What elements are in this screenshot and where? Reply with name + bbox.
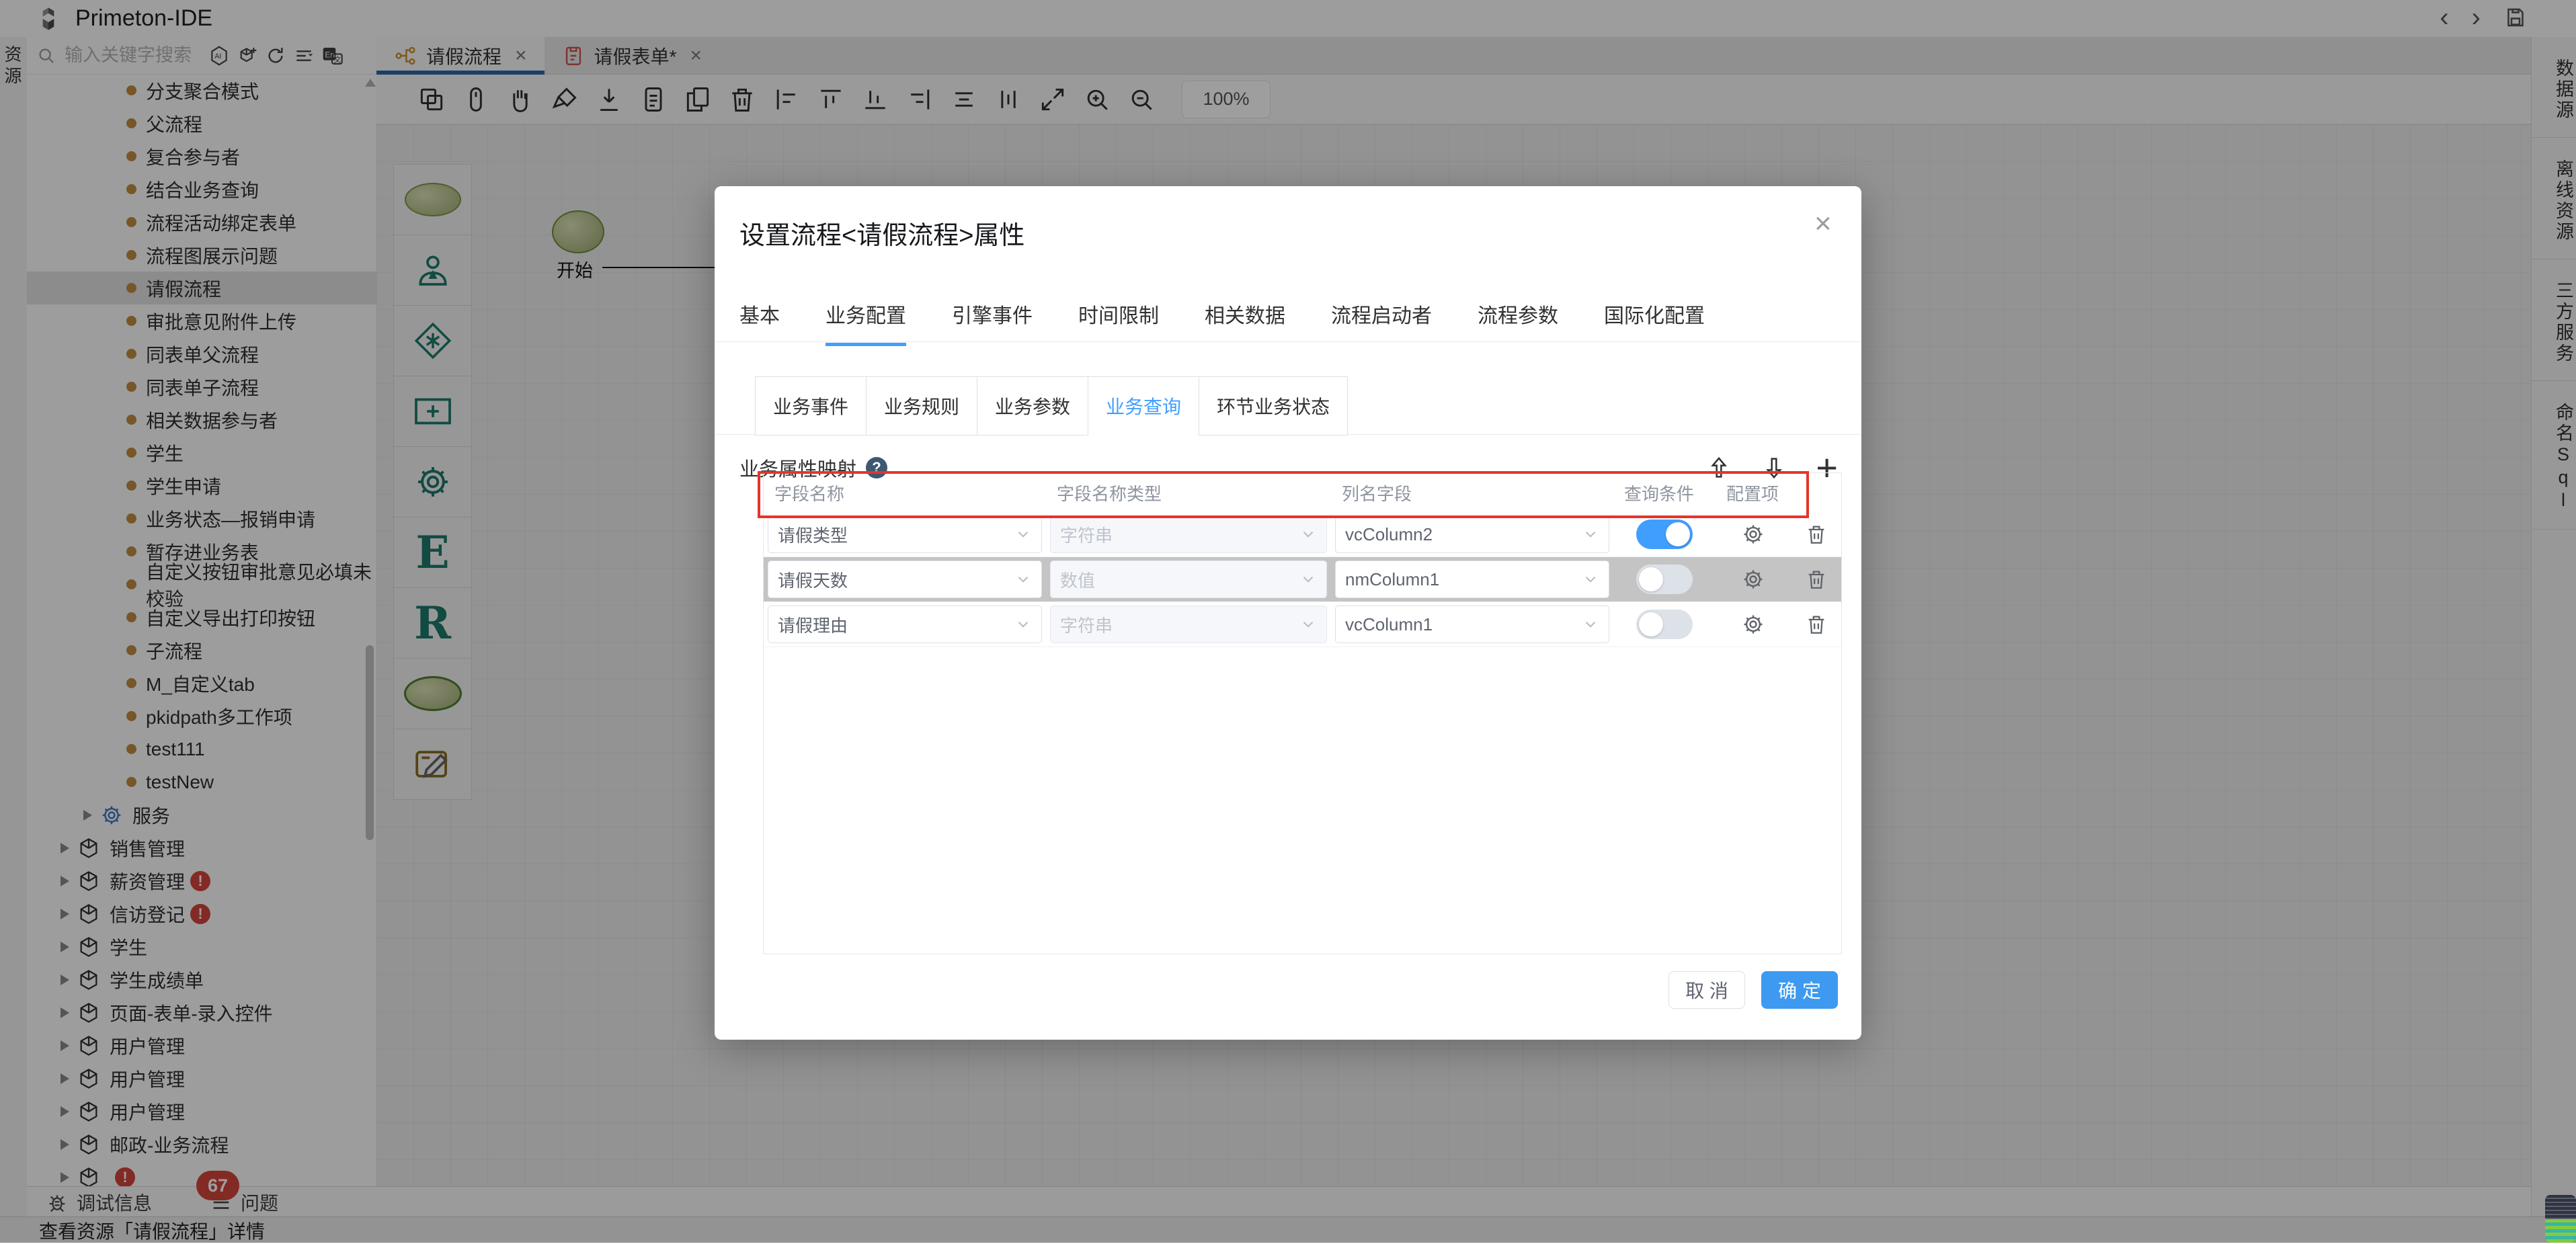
dialog-subtab[interactable]: 业务规则 — [866, 376, 977, 436]
chevron-down-icon — [1582, 526, 1599, 543]
dialog-tab-label: 相关数据 — [1205, 305, 1285, 327]
query-condition-toggle[interactable] — [1636, 610, 1693, 639]
field-type-select[interactable]: 字符串 — [1050, 606, 1327, 643]
delete-row-icon[interactable] — [1805, 568, 1828, 591]
chevron-down-icon — [1014, 526, 1032, 543]
dialog-tab[interactable]: 时间限制 — [1078, 299, 1159, 346]
config-gear-icon[interactable] — [1741, 522, 1765, 546]
config-gear-icon[interactable] — [1741, 612, 1765, 636]
column-field-value: nmColumn1 — [1345, 569, 1439, 590]
dialog-tab[interactable]: 业务配置 — [826, 299, 906, 346]
dialog-tab-label: 流程参数 — [1478, 305, 1558, 327]
dialog-tab-label: 引擎事件 — [952, 305, 1033, 327]
field-name-value: 请假天数 — [778, 567, 848, 592]
chevron-down-icon — [1582, 571, 1599, 588]
config-gear-icon[interactable] — [1741, 567, 1765, 591]
dialog-tab-label: 业务配置 — [826, 305, 906, 327]
field-type-select[interactable]: 数值 — [1050, 561, 1327, 598]
dialog-tab-label: 时间限制 — [1078, 305, 1159, 327]
ok-button[interactable]: 确 定 — [1761, 971, 1838, 1009]
column-field-select[interactable]: vcColumn1 — [1335, 606, 1609, 643]
table-header-cell: 字段名称类型 — [1046, 481, 1331, 505]
column-field-value: vcColumn1 — [1345, 614, 1433, 635]
dialog-subtab-label: 环节业务状态 — [1217, 392, 1330, 419]
dialog-subtabs: 业务事件 业务规则 业务参数 业务查询 环节业务状态 — [756, 376, 1348, 436]
dialog-subtab-label: 业务参数 — [995, 392, 1070, 419]
field-type-value: 字符串 — [1060, 612, 1113, 637]
field-name-select[interactable]: 请假类型 — [768, 515, 1042, 553]
table-row: 请假天数 数值 nmColumn1 — [764, 557, 1841, 602]
column-field-select[interactable]: nmColumn1 — [1335, 561, 1609, 598]
dialog-tab[interactable]: 流程启动者 — [1331, 299, 1432, 346]
dialog-tab[interactable]: 国际化配置 — [1604, 299, 1705, 346]
dialog-tab[interactable]: 基本 — [739, 299, 780, 346]
floating-widget-icon[interactable] — [2545, 1195, 2576, 1243]
table-header-cell: 查询条件 — [1613, 481, 1716, 505]
mapping-table: 字段名称字段名称类型列名字段查询条件配置项 请假类型 字符串 — [763, 472, 1842, 954]
field-name-select[interactable]: 请假理由 — [768, 606, 1042, 643]
field-type-value: 字符串 — [1060, 522, 1113, 547]
chevron-down-icon — [1299, 571, 1317, 588]
dialog-tabs: 基本 业务配置 引擎事件 时间限制 相关数据 流程启动者 流程参数 — [739, 299, 1705, 346]
dialog-footer: 取 消 确 定 — [715, 971, 1838, 1009]
table-row: 请假类型 字符串 vcColumn2 — [764, 512, 1841, 557]
table-body: 请假类型 字符串 vcColumn2 — [764, 512, 1841, 647]
dialog-subtab-label: 业务事件 — [773, 392, 848, 419]
field-name-select[interactable]: 请假天数 — [768, 561, 1042, 598]
table-header-cell: 配置项 — [1716, 481, 1791, 505]
chevron-down-icon — [1582, 616, 1599, 633]
field-name-value: 请假类型 — [778, 522, 848, 547]
process-properties-dialog: 设置流程<请假流程>属性 × 基本 业务配置 引擎事件 时间限制 相关数据 — [715, 186, 1861, 1040]
dialog-subtab-label: 业务规则 — [884, 392, 959, 419]
table-header-row: 字段名称字段名称类型列名字段查询条件配置项 — [764, 473, 1841, 512]
dialog-tab[interactable]: 引擎事件 — [952, 299, 1033, 346]
table-header-cell: 字段名称 — [764, 481, 1046, 505]
dialog-tab[interactable]: 流程参数 — [1478, 299, 1558, 346]
delete-row-icon[interactable] — [1805, 523, 1828, 546]
dialog-subtab[interactable]: 业务查询 — [1088, 376, 1199, 436]
field-type-select[interactable]: 字符串 — [1050, 515, 1327, 553]
field-type-value: 数值 — [1060, 567, 1095, 592]
dialog-subtab[interactable]: 业务参数 — [977, 376, 1088, 436]
dialog-tab-label: 基本 — [739, 305, 780, 327]
dialog-tab-label: 国际化配置 — [1604, 305, 1705, 327]
chevron-down-icon — [1014, 571, 1032, 588]
cancel-button[interactable]: 取 消 — [1668, 971, 1745, 1009]
chevron-down-icon — [1299, 526, 1317, 543]
field-name-value: 请假理由 — [778, 612, 848, 637]
dialog-tab-label: 流程启动者 — [1331, 305, 1432, 327]
dialog-title: 设置流程<请假流程>属性 — [739, 214, 1024, 251]
query-condition-toggle[interactable] — [1636, 520, 1693, 549]
dialog-subtab[interactable]: 业务事件 — [755, 376, 867, 436]
delete-row-icon[interactable] — [1805, 613, 1828, 636]
chevron-down-icon — [1014, 616, 1032, 633]
dialog-close-icon[interactable]: × — [1814, 209, 1832, 239]
dialog-subtab-label: 业务查询 — [1106, 392, 1181, 419]
query-condition-toggle[interactable] — [1636, 565, 1693, 594]
dialog-subtab[interactable]: 环节业务状态 — [1199, 376, 1348, 436]
table-header-cell: 列名字段 — [1331, 481, 1613, 505]
tab-divider — [715, 341, 1861, 342]
chevron-down-icon — [1299, 616, 1317, 633]
column-field-select[interactable]: vcColumn2 — [1335, 515, 1609, 553]
column-field-value: vcColumn2 — [1345, 524, 1433, 545]
table-row: 请假理由 字符串 vcColumn1 — [764, 602, 1841, 647]
dialog-tab[interactable]: 相关数据 — [1205, 299, 1285, 346]
